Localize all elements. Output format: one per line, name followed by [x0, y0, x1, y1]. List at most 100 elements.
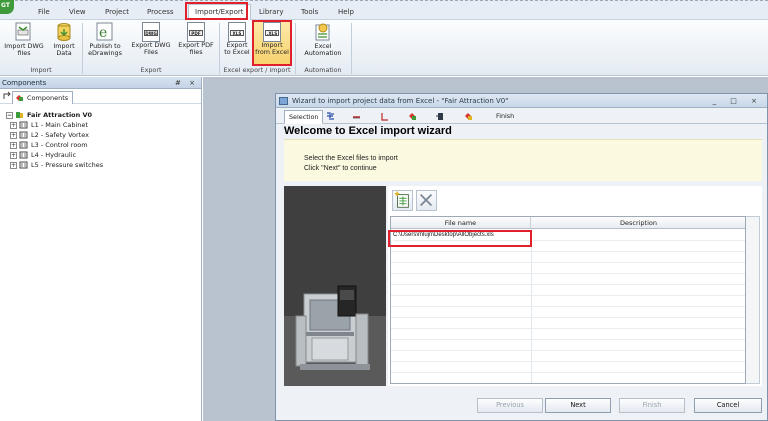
empty-row	[391, 296, 745, 307]
excel-automation-line2: Automation	[304, 49, 342, 57]
step-wire-icon	[353, 115, 360, 118]
next-button[interactable]: Next	[545, 398, 611, 413]
file-toolbar	[388, 186, 762, 214]
import-data-icon	[57, 23, 71, 41]
xls-import-icon: .XLS	[263, 22, 281, 42]
cabinet-icon	[19, 161, 28, 169]
components-panel-title: Components	[2, 79, 47, 87]
step-3-tab[interactable]	[352, 110, 361, 124]
tree-item-label: L1 - Main Cabinet	[31, 121, 88, 129]
step-7-tab[interactable]	[464, 110, 473, 124]
tree-root[interactable]: − Fair Attraction V0	[6, 110, 201, 120]
import-from-excel-button[interactable]: .XLS Import from Excel	[254, 22, 290, 66]
step-location-icon	[465, 112, 472, 120]
excel-automation-icon	[315, 23, 330, 41]
import-dwg-icon	[15, 22, 31, 41]
menu-help[interactable]: Help	[338, 6, 354, 18]
empty-row	[391, 307, 745, 318]
navigate-back-icon[interactable]	[2, 91, 12, 101]
remove-file-button[interactable]	[416, 190, 437, 211]
expand-icon[interactable]: +	[10, 121, 17, 129]
step-2-tab[interactable]	[326, 110, 335, 124]
step-6-tab[interactable]	[436, 110, 445, 124]
tree-item-l5[interactable]: + L5 - Pressure switches	[6, 160, 201, 170]
component-tree: − Fair Attraction V0 + L1 - Main Cabinet +…	[0, 104, 201, 170]
expand-icon[interactable]: +	[10, 151, 17, 159]
step-4-tab[interactable]	[380, 110, 389, 124]
export-pdf-button[interactable]: PDF Export PDF files	[175, 22, 217, 66]
menu-library[interactable]: Library	[259, 6, 283, 18]
description-cell[interactable]	[533, 230, 745, 241]
step-5-tab[interactable]	[408, 110, 417, 124]
delete-icon	[419, 193, 433, 207]
ribbon: Import DWG files Import Data Import e Pu…	[0, 20, 768, 76]
excel-automation-button[interactable]: Excel Automation	[299, 22, 347, 66]
wizard-window-icon	[279, 97, 288, 105]
collapse-icon[interactable]: −	[6, 111, 13, 119]
components-tab[interactable]: Components	[12, 91, 74, 104]
menu-file[interactable]: File	[38, 6, 50, 18]
components-panel-header: Components # ×	[0, 77, 201, 89]
tab-selection[interactable]: Selection	[284, 110, 324, 124]
wizard-steps: Selection Finish	[276, 108, 767, 124]
tree-item-l4[interactable]: + L4 - Hydraulic	[6, 150, 201, 160]
tree-item-l1[interactable]: + L1 - Main Cabinet	[6, 120, 201, 130]
menu-import-export[interactable]: Import/Export	[188, 4, 251, 20]
tree-item-l2[interactable]: + L2 - Safety Vortex	[6, 130, 201, 140]
components-toolbar: Components	[0, 89, 201, 104]
expand-icon[interactable]: +	[10, 161, 17, 169]
step-components-icon	[409, 112, 416, 120]
file-grid: File name Description C:\Users\mlujn\Des…	[390, 216, 746, 384]
tree-item-l3[interactable]: + L3 - Control room	[6, 140, 201, 150]
instruction-banner: Select the Excel files to import Click "…	[284, 139, 762, 181]
tab-finish[interactable]: Finish	[496, 110, 514, 124]
group-label-export: Export	[140, 66, 162, 74]
xls-export-icon: XLS	[228, 22, 246, 42]
project-icon	[16, 112, 23, 118]
column-file-name[interactable]: File name	[391, 217, 531, 229]
panel-pin-close-icon[interactable]: # ×	[175, 77, 198, 89]
publish-edrawings-button[interactable]: e Publish to eDrawings	[85, 22, 125, 66]
step-cable-icon	[381, 112, 388, 121]
finish-button[interactable]: Finish	[619, 398, 685, 413]
pdf-tag: PDF	[189, 30, 203, 36]
import-dwg-button[interactable]: Import DWG files	[2, 22, 46, 66]
expand-icon[interactable]: +	[10, 131, 17, 139]
grid-scrollbar[interactable]	[746, 216, 760, 384]
cabinet-icon	[19, 141, 28, 149]
step-terminal-icon	[436, 112, 443, 120]
components-tab-label: Components	[27, 94, 69, 102]
xls-export-tag: XLS	[230, 30, 244, 36]
empty-row	[391, 263, 745, 274]
wizard-title: Wizard to import project data from Excel…	[292, 97, 509, 105]
group-label-automation: Automation	[304, 66, 342, 74]
empty-row	[391, 329, 745, 340]
empty-row	[391, 285, 745, 296]
expand-icon[interactable]: +	[10, 141, 17, 149]
tree-root-label: Fair Attraction V0	[27, 111, 93, 119]
app-logo-text: GT	[1, 2, 10, 9]
excel-import-wizard: Wizard to import project data from Excel…	[275, 93, 768, 421]
wizard-title-bar[interactable]: Wizard to import project data from Excel…	[276, 94, 767, 108]
cancel-button[interactable]: Cancel	[694, 398, 762, 413]
menu-project[interactable]: Project	[105, 6, 129, 18]
menu-view[interactable]: View	[69, 6, 86, 18]
xls-import-tag: .XLS	[265, 30, 279, 36]
column-description[interactable]: Description	[531, 217, 745, 229]
group-separator	[82, 23, 83, 74]
export-dwg-button[interactable]: DWG Export DWG Files	[128, 22, 174, 66]
export-to-excel-button[interactable]: XLS Export to Excel	[222, 22, 252, 66]
import-data-button[interactable]: Import Data	[48, 22, 80, 66]
previous-button[interactable]: Previous	[477, 398, 543, 413]
menu-tools[interactable]: Tools	[301, 6, 318, 18]
import-dwg-line2: files	[17, 49, 31, 57]
app-logo-icon[interactable]: GT	[0, 0, 14, 14]
file-path-cell[interactable]: C:\Users\mlujn\Desktop\AllObjects.xls	[393, 230, 529, 241]
group-label-import: Import	[30, 66, 52, 74]
menu-process[interactable]: Process	[147, 6, 174, 18]
add-file-button[interactable]	[392, 190, 413, 211]
components-panel: Components # × Components − Fair Attracti…	[0, 77, 202, 421]
empty-row	[391, 340, 745, 351]
window-controls-icon[interactable]: _ □ ×	[713, 94, 763, 108]
add-excel-file-icon	[394, 191, 409, 208]
